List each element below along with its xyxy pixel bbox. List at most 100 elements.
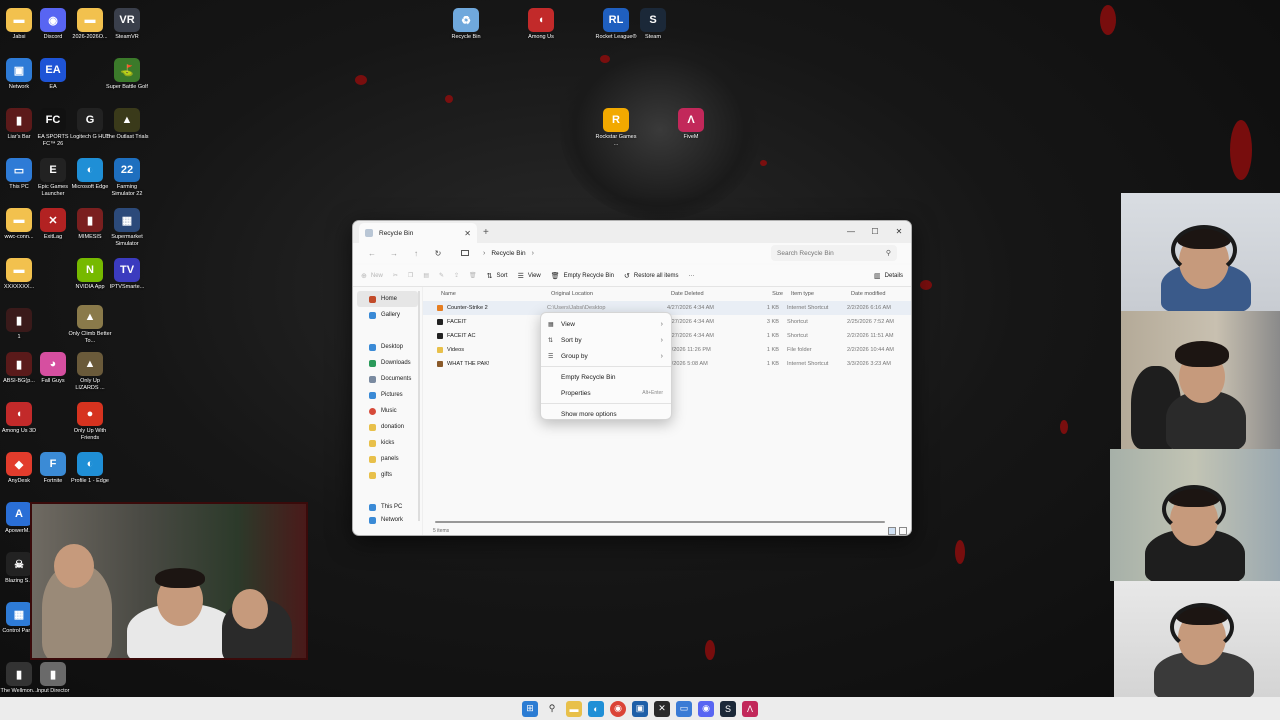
desktop-icon-the-outlast-trials[interactable]: ▲ The Outlast Trials [105,108,149,141]
forward-arrow-icon[interactable]: → [383,249,405,258]
details-view-icon[interactable] [888,527,896,535]
desktop-icon-among-us[interactable]: ◖ Among Us [519,8,563,41]
sidebar-item-home[interactable]: Home [357,291,418,307]
app-icon: ✕ [40,208,66,232]
context-menu-show-more-options[interactable]: Show more options [541,406,671,422]
sidebar-item-network[interactable]: Network [353,515,422,525]
desktop-icon-recycle-bin[interactable]: ♻ Recycle Bin [444,8,488,41]
desktop-icon-steamvr[interactable]: VR SteamVR [105,8,149,41]
sidebar-item-documents[interactable]: Documents [353,371,422,387]
search-box[interactable]: ⚲ [771,245,897,261]
column-header-name[interactable]: Name [441,291,551,297]
desktop-icon-farming-simulator-22[interactable]: 22 Farming Simulator 22 [105,158,149,198]
context-menu-properties[interactable]: Properties Alt+Enter [541,385,671,401]
horizontal-scrollbar[interactable] [435,521,885,523]
sidebar-item-gallery[interactable]: Gallery [353,307,422,323]
sidebar-item-downloads[interactable]: Downloads [353,355,422,371]
capcut-icon[interactable]: ✕ [654,700,670,717]
tab-recycle-bin[interactable]: Recycle Bin ✕ [359,223,477,243]
file-explorer-icon[interactable]: ▬ [566,700,582,717]
view-button[interactable]: ☰ View [518,272,541,280]
app-icon[interactable]: ▣ [632,700,648,717]
desktop-icon-profile-1-edge[interactable]: ◐ Profile 1 - Edge [68,452,112,485]
desktop-icon-super-battle-golf[interactable]: ⛳ Super Battle Golf [105,58,149,91]
desktop-icon-steam[interactable]: S Steam [631,8,675,41]
column-header-item-type[interactable]: Item type [791,291,851,297]
breadcrumb[interactable]: › Recycle Bin › [455,245,765,261]
desktop-icon-fivem[interactable]: Λ FiveM [669,108,713,141]
sidebar-item-kicks[interactable]: kicks [353,435,422,451]
app-icon: ◖ [6,402,32,426]
maximize-button[interactable]: ☐ [863,221,887,243]
column-header-date-deleted[interactable]: Date Deleted [671,291,757,297]
sort-icon: ⇅ [486,272,493,280]
window-controls: — ☐ ✕ [839,221,911,243]
context-menu-empty-recycle-bin[interactable]: Empty Recycle Bin [541,369,671,385]
desktop-icon-label: XXXXXXX... [3,284,35,290]
search-input[interactable] [777,249,886,257]
nav-scrollbar[interactable] [418,291,420,521]
sidebar-item-pictures[interactable]: Pictures [353,387,422,403]
desktop-icon-only-up-with-friends[interactable]: ● Only Up With Friends [68,402,112,442]
chrome-icon[interactable]: ◉ [610,700,626,717]
new-tab-button[interactable]: + [483,227,489,238]
column-header-original-location[interactable]: Original Location [551,291,671,297]
discord-icon[interactable]: ◉ [698,700,714,717]
desktop-icon-iptvsmarte[interactable]: TV IPTVSmarte... [105,258,149,291]
column-header-date-modified[interactable]: Date modified [851,291,911,297]
close-button[interactable]: ✕ [887,221,911,243]
more-options-button[interactable]: ··· [689,273,695,279]
minimize-button[interactable]: — [839,221,863,243]
view-label: View [527,272,541,279]
back-arrow-icon[interactable]: ← [361,249,383,258]
taskbar: ⊞ ⚲ ▬ ◐ ◉ ▣ ✕ ▭ ◉ S Λ [0,697,1280,720]
app-icon: ◐ [77,158,103,182]
desktop-icon-absi-bg-p[interactable]: ▮ ABSI-BG(p... [0,352,41,385]
empty-recycle-bin-button[interactable]: 🗑 Empty Recycle Bin [551,272,614,280]
steam-icon[interactable]: S [720,700,736,717]
desktop-icon-xxxxxxx[interactable]: ▬ XXXXXXX... [0,258,41,291]
computer-icon [369,503,376,511]
refresh-icon[interactable]: ↻ [427,249,449,258]
desktop-icon-only-up-lizards[interactable]: ▲ Only Up LIZARDS ... [68,352,112,392]
desktop-icon-1[interactable]: ▮ 1 [0,308,41,341]
desktop-icon-among-us-3d[interactable]: ◖ Among Us 3D [0,402,41,435]
details-button[interactable]: ▥ Details [874,272,903,280]
up-arrow-icon[interactable]: ↑ [405,249,427,258]
fivem-icon[interactable]: Λ [742,700,758,717]
close-tab-icon[interactable]: ✕ [464,229,471,238]
cut-icon[interactable]: ✂ [393,272,398,279]
new-button[interactable]: ⊕ New [361,272,383,280]
start-windows-icon[interactable]: ⊞ [522,700,538,717]
desktop-icon-input-director[interactable]: ▮ Input Director [31,662,75,695]
column-header-size[interactable]: Size [757,291,791,297]
app-icon: ▬ [6,8,32,32]
rename-icon[interactable]: ✎ [439,272,444,279]
context-menu-group-by[interactable]: ☰ Group by › [541,348,671,364]
webcam-face [232,589,268,629]
breadcrumb-recycle-bin[interactable]: Recycle Bin [491,250,525,257]
sidebar-item-panels[interactable]: panels [353,451,422,467]
search-icon[interactable]: ⚲ [544,701,560,717]
sidebar-item-desktop[interactable]: Desktop [353,339,422,355]
sidebar-item-donation[interactable]: donation [353,419,422,435]
tiles-view-icon[interactable] [899,527,907,535]
sidebar-item-gifts[interactable]: gifts [353,467,422,483]
desktop-icon-only-climb-better-to[interactable]: ▲ Only Climb Better To... [68,305,112,345]
app-icon: VR [114,8,140,32]
delete-icon[interactable]: 🗑 [469,272,477,279]
desktop-icon-supermarket-simulator[interactable]: ▦ Supermarket Simulator [105,208,149,248]
paste-icon[interactable]: ▤ [423,272,429,279]
sort-button[interactable]: ⇅ Sort [487,272,508,280]
restore-all-button[interactable]: ↺ Restore all items [624,272,679,280]
context-menu-sort-by[interactable]: ⇅ Sort by › [541,332,671,348]
app-icon[interactable]: ▭ [676,700,692,717]
desktop-icon-ea[interactable]: EA EA [31,58,75,91]
desktop-icon-rockstar-games[interactable]: R Rockstar Games ... [594,108,638,148]
sidebar-item-music[interactable]: Music [353,403,422,419]
share-icon[interactable]: ⇪ [454,272,459,279]
edge-icon[interactable]: ◐ [588,700,604,717]
context-menu-view[interactable]: ▦ View › [541,316,671,332]
sidebar-item-this-pc[interactable]: This PC [353,499,422,515]
copy-icon[interactable]: ❐ [408,272,413,279]
